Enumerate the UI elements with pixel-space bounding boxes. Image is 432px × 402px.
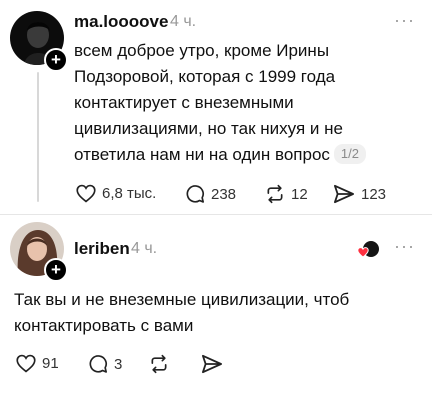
liked-by-author-indicator bbox=[357, 240, 379, 260]
heart-reaction-icon bbox=[357, 241, 379, 258]
reply-repost-button[interactable] bbox=[149, 354, 169, 374]
reply-username[interactable]: leriben bbox=[74, 239, 130, 259]
post-username[interactable]: ma.loooove bbox=[74, 12, 168, 32]
repost-icon bbox=[267, 184, 283, 204]
reply-more-dots-icon[interactable]: ··· bbox=[394, 236, 415, 257]
follow-plus-button[interactable]: + bbox=[44, 48, 68, 72]
send-icon bbox=[202, 354, 222, 374]
repost-button[interactable]: 12 bbox=[265, 184, 308, 204]
reply-comment-button[interactable]: 3 bbox=[88, 354, 122, 374]
like-button[interactable]: 6,8 тыс. bbox=[76, 184, 156, 203]
send-icon bbox=[333, 184, 354, 204]
reply-timestamp: 4 ч. bbox=[131, 240, 158, 257]
reply-share-button[interactable] bbox=[201, 354, 223, 374]
heart-icon bbox=[76, 184, 96, 203]
comment-button[interactable]: 238 bbox=[185, 184, 236, 204]
like-count: 6,8 тыс. bbox=[102, 185, 157, 202]
repost-icon bbox=[151, 354, 167, 374]
post-text: всем доброе утро, кроме Ирины Подзоровой… bbox=[74, 38, 404, 168]
post-timestamp: 4 ч. bbox=[170, 13, 197, 30]
comment-count: 238 bbox=[211, 185, 237, 203]
reply-text: Так вы и не внеземные цивилизации, чтоб … bbox=[14, 290, 350, 335]
comment-bubble-icon bbox=[89, 355, 108, 373]
share-count: 123 bbox=[361, 185, 387, 203]
reply-like-button[interactable]: 91 bbox=[16, 354, 59, 373]
reply-comment-count: 3 bbox=[114, 355, 123, 373]
share-button[interactable]: 123 bbox=[333, 184, 386, 204]
page-indicator-badge: 1/2 bbox=[333, 144, 366, 164]
thread-line bbox=[37, 72, 39, 202]
post-body: всем доброе утро, кроме Ирины Подзоровой… bbox=[74, 41, 343, 164]
reply-follow-plus-button[interactable]: + bbox=[44, 258, 68, 282]
reply-like-count: 91 bbox=[42, 355, 59, 372]
comment-bubble-icon bbox=[186, 185, 205, 203]
more-dots-icon[interactable]: ··· bbox=[394, 10, 415, 31]
heart-icon bbox=[16, 354, 36, 373]
repost-count: 12 bbox=[291, 185, 308, 203]
divider bbox=[0, 214, 432, 215]
